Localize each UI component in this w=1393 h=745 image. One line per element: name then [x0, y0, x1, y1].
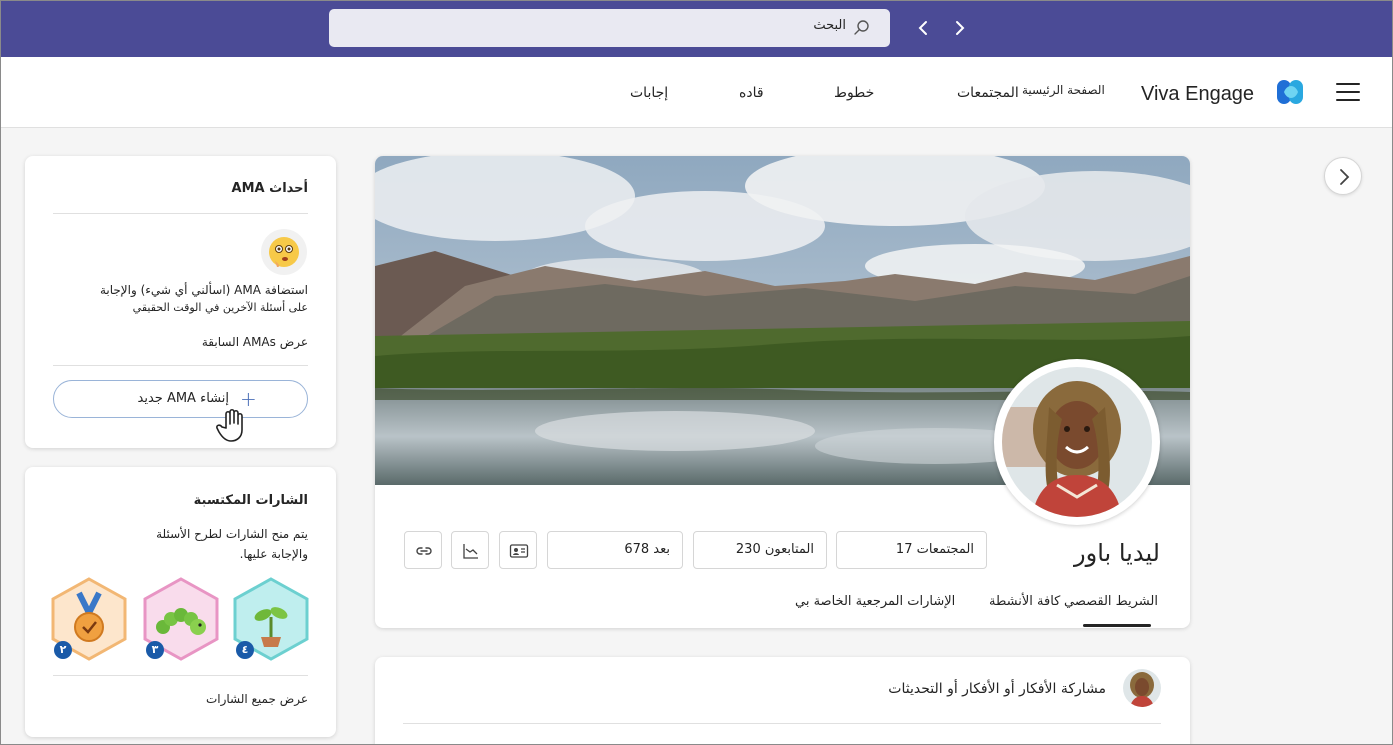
- search-label: البحث: [813, 18, 846, 33]
- hand-cursor-icon: [214, 406, 256, 444]
- app-header: Viva Engage الصفحة الرئيسية المجتمعات خط…: [0, 57, 1393, 128]
- viva-engage-logo-icon: [1275, 76, 1307, 108]
- nav-home[interactable]: الصفحة الرئيسية: [1022, 83, 1105, 97]
- ama-panel: أحداث AMA استضافة AMA (اسألني أي شيء) وا…: [25, 156, 336, 448]
- caterpillar-badge[interactable]: ٣: [143, 577, 219, 661]
- nav-storylines[interactable]: خطوط: [834, 85, 874, 101]
- badge-count: ٢: [54, 641, 72, 659]
- analytics-icon: [463, 544, 478, 559]
- top-bar: البحث: [0, 0, 1393, 57]
- create-ama-button[interactable]: + إنشاء AMA جديد: [53, 380, 308, 418]
- ama-desc-2: على أسئلة الآخرين في الوقت الحقيقي: [132, 301, 308, 314]
- tab-my-bookmarks[interactable]: الإشارات المرجعية الخاصة بي: [795, 594, 955, 609]
- followers-stat[interactable]: المتابعون 230: [693, 531, 827, 569]
- ama-title: أحداث AMA: [231, 181, 308, 196]
- chevron-right-icon: [1340, 169, 1350, 185]
- divider: [53, 365, 308, 366]
- back-arrow-icon[interactable]: [913, 18, 933, 38]
- ama-desc-1: استضافة AMA (اسألني أي شيء) والإجابة: [99, 283, 308, 297]
- profile-avatar[interactable]: [994, 359, 1160, 525]
- view-all-badges-link[interactable]: عرض جميع الشارات: [206, 690, 308, 708]
- analytics-button[interactable]: [451, 531, 489, 569]
- expand-button[interactable]: [1324, 157, 1362, 195]
- badges-panel: الشارات المكتسبة يتم منح الشارات لطرح ال…: [25, 467, 336, 737]
- badges-desc-2: والإجابة عليها.: [239, 547, 308, 561]
- composer-avatar: [1123, 669, 1161, 707]
- contact-card-icon: [509, 544, 529, 558]
- badges-desc-1: يتم منح الشارات لطرح الأسئلة: [156, 527, 308, 541]
- post-prompt[interactable]: مشاركة الأفكار أو الأفكار أو التحديثات: [888, 681, 1106, 697]
- view-past-amas-link[interactable]: عرض AMAs السابقة: [202, 333, 308, 351]
- contact-card-button[interactable]: [499, 531, 537, 569]
- create-ama-label: إنشاء AMA جديد: [137, 391, 230, 406]
- active-tab-indicator: [1083, 624, 1151, 627]
- following-stat[interactable]: بعد 678: [547, 531, 683, 569]
- search-input[interactable]: البحث: [329, 9, 890, 47]
- nav-leaders[interactable]: قاده: [739, 85, 764, 101]
- profile-name: ليديا باور: [1074, 539, 1160, 567]
- profile-card: ليديا باور المجتمعات 17 المتابعون 230 بع…: [375, 156, 1190, 628]
- copy-link-button[interactable]: [404, 531, 442, 569]
- thinking-face-icon: [261, 229, 307, 275]
- nav-communities[interactable]: المجتمعات: [957, 85, 1019, 101]
- divider: [53, 675, 308, 676]
- nav-answers[interactable]: إجابات: [630, 85, 668, 101]
- divider: [403, 723, 1161, 724]
- search-icon: [853, 19, 871, 37]
- post-composer[interactable]: مشاركة الأفكار أو الأفكار أو التحديثات: [375, 657, 1190, 745]
- badges-title: الشارات المكتسبة: [193, 493, 308, 508]
- badge-count: ٤: [236, 641, 254, 659]
- menu-icon[interactable]: [1336, 83, 1360, 101]
- tab-all-activity[interactable]: كافة الأنشطة: [989, 594, 1060, 609]
- forward-arrow-icon[interactable]: [950, 18, 970, 38]
- divider: [53, 213, 308, 214]
- communities-stat[interactable]: المجتمعات 17: [836, 531, 987, 569]
- tab-storyline[interactable]: الشريط القصصي: [1064, 594, 1158, 609]
- seedling-badge[interactable]: ٤: [233, 577, 309, 661]
- medal-badge[interactable]: ٢: [51, 577, 127, 661]
- app-name: Viva Engage: [1141, 83, 1255, 105]
- link-icon: [416, 547, 432, 555]
- badge-count: ٣: [146, 641, 164, 659]
